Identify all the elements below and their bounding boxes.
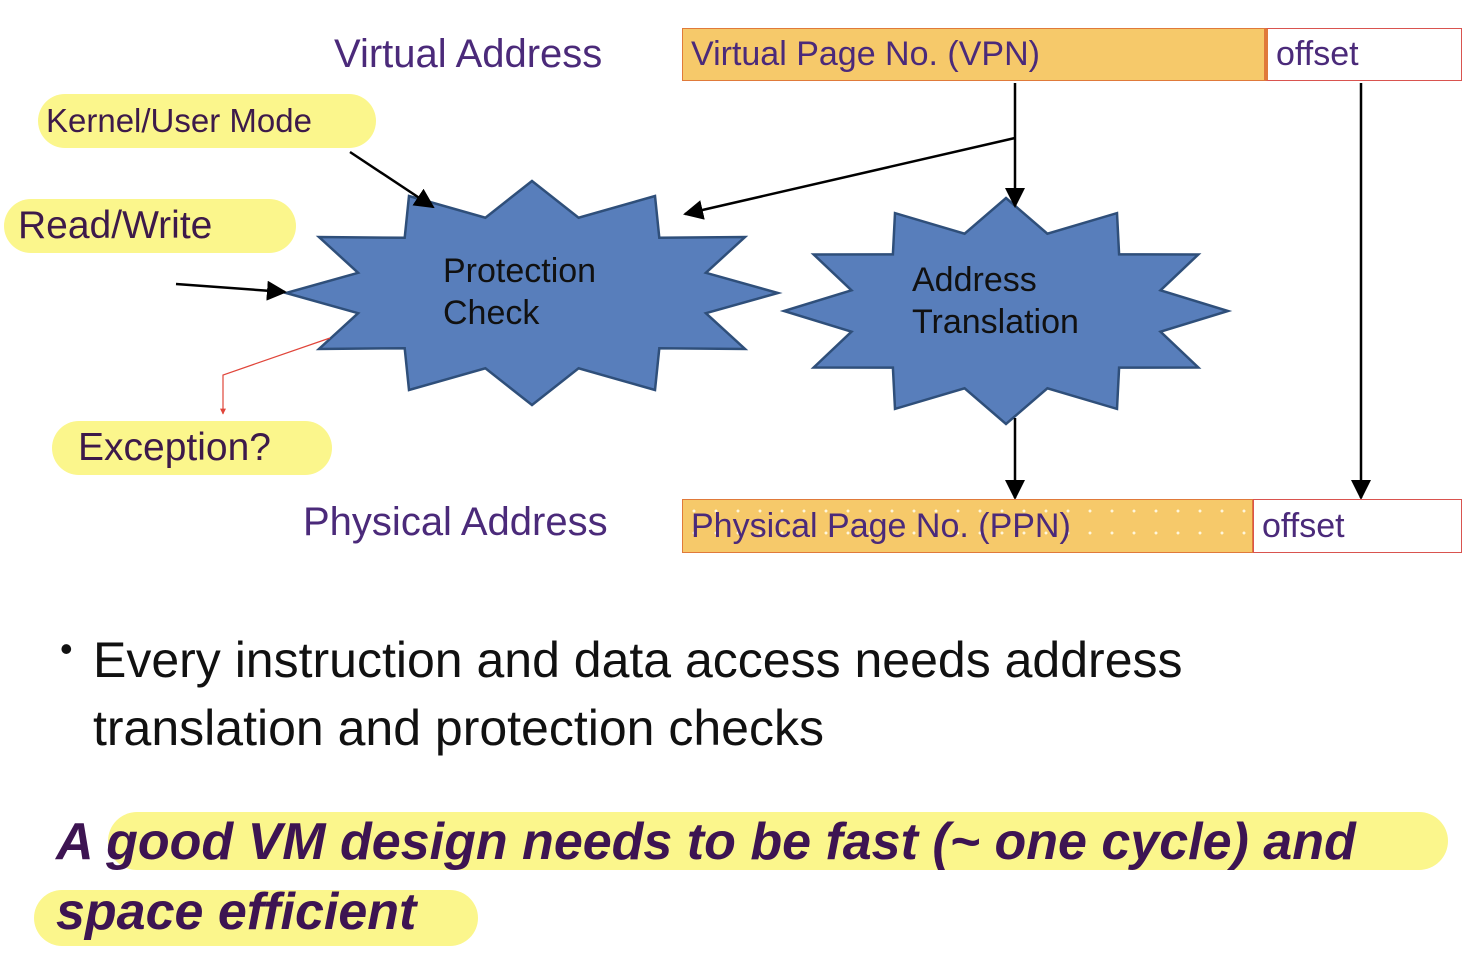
physical-offset-field: offset (1253, 499, 1462, 553)
bullet-text: Every instruction and data access needs … (93, 632, 1183, 756)
physical-address-label: Physical Address (303, 500, 608, 544)
vpn-to-protection-arrow (683, 136, 1016, 220)
address-translation-text: Address Translation (912, 261, 1079, 341)
virtual-offset-field: offset (1265, 28, 1462, 81)
read-write-label: Read/Write (4, 199, 296, 253)
protection-check-text: Protection Check (443, 252, 597, 332)
exception-label: Exception? (52, 421, 332, 475)
kernel-user-mode-label: Kernel/User Mode (38, 94, 376, 148)
tagline-line-2: space efficient (56, 883, 417, 941)
vpn-field: Virtual Page No. (VPN) (682, 28, 1265, 81)
ppn-field: Physical Page No. (PPN) (682, 499, 1253, 553)
bullet-marker: • (60, 628, 73, 669)
exception-connector (220, 337, 331, 415)
tagline-rest: good VM design needs to be fast (~ one c… (106, 813, 1356, 871)
tagline-line-1: A good VM design needs to be fast (~ one… (56, 816, 1356, 868)
read-write-arrow (175, 280, 287, 301)
tagline-prefix: A (56, 813, 92, 871)
virtual-address-label: Virtual Address (334, 32, 603, 76)
mode-arrow (349, 150, 435, 209)
